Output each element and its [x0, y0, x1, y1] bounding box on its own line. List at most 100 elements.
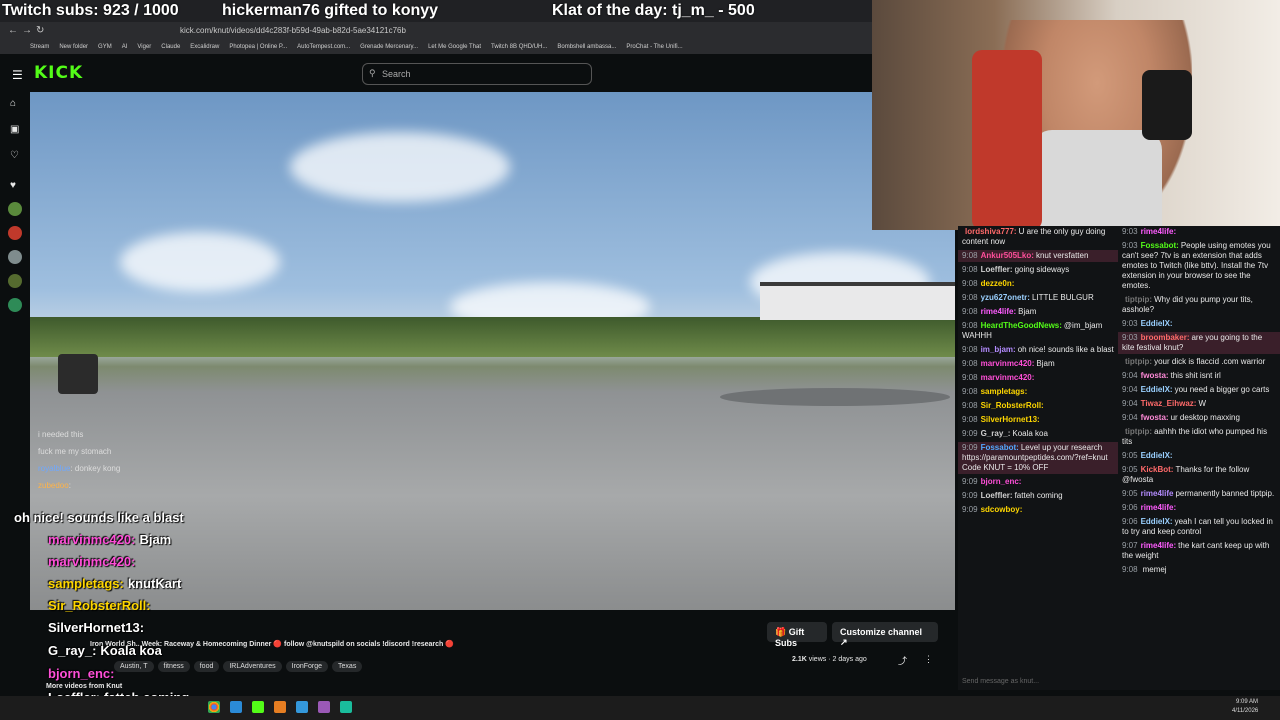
- more-options-icon[interactable]: ⋮: [924, 654, 933, 665]
- url-text[interactable]: kick.com/knut/videos/dd4c283f-b59d-49ab-…: [180, 26, 406, 35]
- channel-avatar[interactable]: [8, 202, 22, 216]
- chat-username[interactable]: marvinmc420:: [981, 359, 1035, 368]
- app-icon[interactable]: [340, 701, 352, 713]
- app-icon[interactable]: [318, 701, 330, 713]
- overlay-chat-user: SilverHornet13:: [48, 620, 145, 635]
- bookmark-item[interactable]: ProChat - The Unifi...: [626, 44, 682, 50]
- tag-chip[interactable]: IronForge: [285, 661, 329, 672]
- browse-icon[interactable]: ▣: [10, 124, 19, 135]
- chat-username[interactable]: marvinmc420:: [981, 373, 1035, 382]
- tag-chip[interactable]: Texas: [332, 661, 363, 672]
- bookmark-item[interactable]: New folder: [59, 44, 88, 50]
- chat-text: oh nice! sounds like a blast: [1017, 345, 1114, 354]
- overlay-chat-message: Sir_RobsterRoll:: [48, 598, 155, 613]
- chat-message: 9:08 Ankur505Lko: knut versfatten: [958, 250, 1118, 262]
- chat-username[interactable]: fwosta:: [1141, 371, 1169, 380]
- chat-username[interactable]: rime4life:: [981, 307, 1017, 316]
- reload-icon[interactable]: ↻: [36, 25, 44, 36]
- overlay-chat-user: sampletags:: [48, 576, 124, 591]
- search-input[interactable]: ⚲ Search: [362, 63, 592, 85]
- webcam-feed: [872, 0, 1280, 230]
- channel-avatar[interactable]: [8, 250, 22, 264]
- chat-message: 9:06 rime4life:: [1118, 502, 1280, 514]
- chat-username[interactable]: rime4life:: [1141, 503, 1177, 512]
- external-link-icon: ↗: [840, 637, 848, 647]
- chat-message: 9:07 rime4life: the kart cant keep up with…: [1118, 540, 1280, 562]
- forward-icon[interactable]: →: [22, 25, 32, 36]
- chat-username[interactable]: tiptpip:: [1125, 295, 1152, 304]
- chat-message: 9:04 fwosta: ur desktop maxxing: [1118, 412, 1280, 424]
- bookmark-item[interactable]: Photopea | Online P...: [229, 44, 287, 50]
- chat-message: 9:09 Loeffler: fatteh coming: [958, 490, 1118, 502]
- chrome-icon[interactable]: [208, 701, 220, 713]
- bookmark-item[interactable]: Excalidraw: [190, 44, 219, 50]
- chat-username[interactable]: sampletags:: [981, 387, 1028, 396]
- channel-avatar[interactable]: [8, 298, 22, 312]
- chat-username[interactable]: EddieIX:: [1141, 385, 1173, 394]
- chat-username[interactable]: rime4life: [1141, 489, 1174, 498]
- bookmarks-bar: Stream New folder GYM AI Viger Claude Excalidr…: [0, 40, 872, 54]
- kick-logo[interactable]: KICK: [34, 63, 83, 83]
- channel-avatar[interactable]: [8, 226, 22, 240]
- chat-username[interactable]: fwosta:: [1141, 413, 1169, 422]
- chat-username[interactable]: SilverHornet13:: [981, 415, 1040, 424]
- app-icon[interactable]: [274, 701, 286, 713]
- menu-icon[interactable]: ☰: [12, 68, 23, 82]
- chat-username[interactable]: yzu627onetr:: [981, 293, 1030, 302]
- chat-username[interactable]: Loeffler:: [981, 491, 1013, 500]
- bookmark-item[interactable]: GYM: [98, 44, 112, 50]
- chat-username[interactable]: tiptpip:: [1125, 427, 1152, 436]
- bookmark-item[interactable]: Stream: [30, 44, 49, 50]
- kick-app-icon[interactable]: [252, 701, 264, 713]
- channel-avatar[interactable]: [8, 274, 22, 288]
- chat-timestamp: 9:08: [962, 373, 978, 382]
- chat-username[interactable]: EddieIX:: [1141, 517, 1173, 526]
- chat-username[interactable]: bjorn_enc:: [981, 477, 1022, 486]
- bookmark-item[interactable]: Let Me Google That: [428, 44, 481, 50]
- chat-username[interactable]: lordshiva777:: [965, 227, 1017, 236]
- bookmark-item[interactable]: AutoTempest.com...: [297, 44, 350, 50]
- chat-username[interactable]: HeardTheGoodNews:: [981, 321, 1062, 330]
- chat-username[interactable]: sdcowboy:: [981, 505, 1023, 514]
- chat-message: 9:06 EddieIX: yeah I can tell you locked i…: [1118, 516, 1280, 538]
- overlay-chat-user: G_ray_:: [48, 643, 97, 658]
- chat-username[interactable]: rime4life:: [1141, 227, 1177, 236]
- edge-icon[interactable]: [230, 701, 242, 713]
- gift-subs-button[interactable]: 🎁 Gift Subs: [767, 622, 827, 648]
- chat-username[interactable]: KickBot:: [1141, 465, 1174, 474]
- customize-channel-button[interactable]: Customize channel ↗: [832, 622, 938, 647]
- bookmark-item[interactable]: Claude: [161, 44, 180, 50]
- chat-username[interactable]: EddieIX:: [1141, 319, 1173, 328]
- chat-message: 9:09 bjorn_enc:: [958, 476, 1118, 488]
- chat-username[interactable]: broombaker:: [1141, 333, 1190, 342]
- home-icon[interactable]: ⌂: [10, 98, 16, 109]
- chat-username[interactable]: Sir_RobsterRoll:: [981, 401, 1044, 410]
- overlay-chat-message: marvinmc420:: [48, 554, 139, 569]
- bookmark-item[interactable]: Grenade Mercenary...: [360, 44, 418, 50]
- chat-username[interactable]: Fossabot:: [1141, 241, 1179, 250]
- bookmark-item[interactable]: Bombshell ambassa...: [557, 44, 616, 50]
- bookmark-item[interactable]: AI: [122, 44, 128, 50]
- bookmark-item[interactable]: Viger: [137, 44, 151, 50]
- share-icon[interactable]: ⤴: [898, 654, 907, 667]
- chat-username[interactable]: G_ray_:: [981, 429, 1011, 438]
- chat-username[interactable]: Tiwaz_Eihwaz:: [1141, 399, 1197, 408]
- favorites-icon[interactable]: ♥: [10, 180, 16, 191]
- chat-username[interactable]: EddieIX:: [1141, 451, 1173, 460]
- chat-username[interactable]: im_bjam:: [981, 345, 1016, 354]
- bookmark-item[interactable]: Twitch 8B QHD/UH...: [491, 44, 547, 50]
- chat-username[interactable]: rime4life:: [1141, 541, 1177, 550]
- app-icon[interactable]: [296, 701, 308, 713]
- chat-message: 9:03 Fossabot: People using emotes you can…: [1118, 240, 1280, 292]
- following-icon[interactable]: ♡: [10, 150, 19, 161]
- chat-input[interactable]: Send message as knut...: [958, 676, 1280, 690]
- chat-username[interactable]: Loeffler:: [981, 265, 1013, 274]
- chat-username[interactable]: tiptpip:: [1125, 357, 1152, 366]
- chat-username[interactable]: Fossabot:: [981, 443, 1019, 452]
- address-bar[interactable]: ← → ↻ kick.com/knut/videos/dd4c283f-b59d…: [0, 22, 872, 40]
- chat-username[interactable]: Ankur505Lko:: [981, 251, 1034, 260]
- microphone: [1142, 70, 1192, 140]
- chat-username[interactable]: dezze0n:: [981, 279, 1015, 288]
- back-icon[interactable]: ←: [8, 25, 18, 36]
- chat-timestamp: 9:09: [962, 505, 978, 514]
